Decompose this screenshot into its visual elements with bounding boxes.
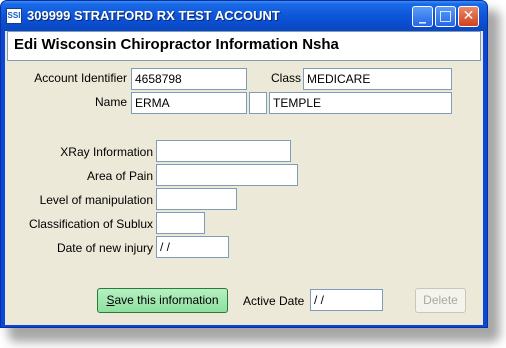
area-of-pain-label: Area of Pain	[86, 169, 153, 183]
delete-button[interactable]: Delete	[415, 288, 466, 313]
app-icon: SSI	[6, 8, 22, 24]
active-date-label: Active Date	[243, 294, 305, 308]
xray-label: XRay Information	[60, 145, 153, 159]
form-area: Edi Wisconsin Chiropractor Information N…	[5, 31, 483, 325]
save-button[interactable]: Save this information	[97, 288, 228, 313]
save-button-label: ave this information	[114, 293, 219, 307]
manipulation-label: Level of manipulation	[39, 193, 153, 207]
area-of-pain-field[interactable]	[156, 164, 298, 186]
class-field[interactable]: MEDICARE	[303, 68, 452, 90]
sublux-field[interactable]	[156, 212, 205, 234]
manipulation-field[interactable]	[156, 188, 237, 210]
title-bar[interactable]: SSI 309999 STRATFORD RX TEST ACCOUNT _ □…	[1, 1, 487, 31]
first-name-field[interactable]: ERMA	[131, 92, 247, 114]
injury-date-field[interactable]: / /	[156, 236, 229, 258]
active-date-field[interactable]: / /	[310, 289, 383, 311]
app-window: SSI 309999 STRATFORD RX TEST ACCOUNT _ □…	[0, 0, 488, 328]
minimize-button[interactable]: _	[412, 6, 433, 27]
form-header: Edi Wisconsin Chiropractor Information N…	[7, 31, 481, 61]
maximize-button[interactable]: □	[435, 6, 456, 27]
account-identifier-label: Account Identifier	[34, 71, 127, 85]
minimize-icon: _	[419, 8, 426, 24]
window-title: 309999 STRATFORD RX TEST ACCOUNT	[27, 8, 280, 23]
form-title: Edi Wisconsin Chiropractor Information N…	[14, 36, 339, 53]
injury-date-label: Date of new injury	[56, 241, 153, 255]
close-icon: ✕	[462, 8, 475, 24]
account-identifier-field[interactable]: 4658798	[131, 68, 247, 90]
name-label: Name	[94, 95, 127, 109]
last-name-field[interactable]: TEMPLE	[269, 92, 452, 114]
close-button[interactable]: ✕	[458, 6, 479, 27]
sublux-label: Classification of Sublux	[28, 217, 153, 231]
middle-initial-field[interactable]	[249, 92, 267, 114]
xray-field[interactable]	[156, 140, 291, 162]
class-label: Class	[270, 71, 301, 85]
maximize-icon: □	[438, 8, 453, 24]
